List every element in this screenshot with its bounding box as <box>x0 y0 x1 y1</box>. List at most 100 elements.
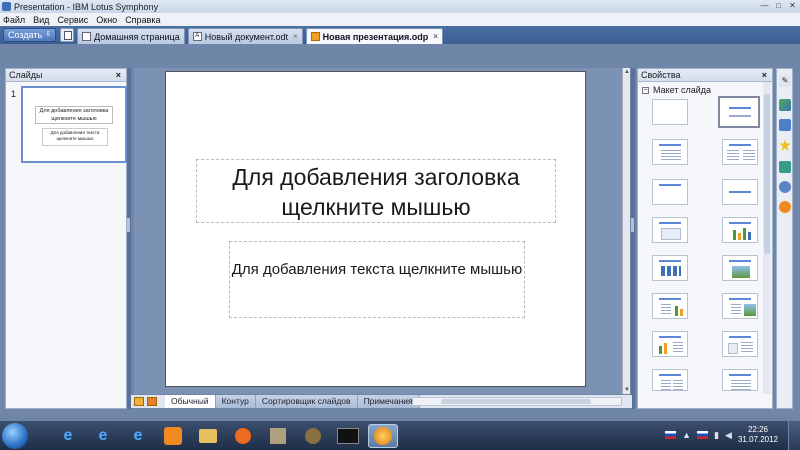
tab-outline-view[interactable]: Контур <box>215 395 256 408</box>
folder-icon[interactable] <box>193 424 223 448</box>
settings-icon[interactable]: ✎ <box>779 75 791 87</box>
menu-view[interactable]: Вид <box>33 15 49 25</box>
navigator-icon[interactable] <box>779 119 791 131</box>
tab-home[interactable]: Домашняя страница <box>77 28 185 44</box>
scroll-down-icon[interactable]: ▼ <box>623 386 631 394</box>
layout-object-text[interactable] <box>722 331 758 357</box>
tab-slide-sorter[interactable]: Сортировщик слайдов <box>255 395 358 408</box>
maximize-button[interactable]: □ <box>773 1 784 11</box>
tab-normal-view[interactable]: Обычный <box>165 395 216 408</box>
menu-bar: Файл Вид Сервис Окно Справка <box>0 13 800 26</box>
slide-canvas[interactable]: Для добавления заголовка щелкните мышью … <box>165 71 586 387</box>
layout-title-text[interactable] <box>652 139 688 165</box>
layout-chart-text[interactable] <box>652 331 688 357</box>
close-tab-icon[interactable]: × <box>433 32 438 41</box>
tab-label: Домашняя страница <box>94 31 180 42</box>
language-flag-icon[interactable] <box>697 431 709 439</box>
content-placeholder[interactable]: Для добавления текста щелкните мышью <box>229 241 525 318</box>
right-splitter[interactable] <box>631 68 635 409</box>
share-icon[interactable] <box>779 181 791 193</box>
tab-new-presentation[interactable]: Новая презентация.odp × <box>305 28 443 44</box>
close-panel-icon[interactable]: × <box>116 69 121 81</box>
horizontal-scrollbar[interactable] <box>412 397 622 406</box>
view-menu-icon[interactable] <box>147 397 157 406</box>
system-tray: ▲ ▮ ◀ 22:26 31.07.2012 <box>665 425 778 445</box>
import-icon[interactable] <box>779 161 791 173</box>
bug-icon[interactable] <box>298 424 328 448</box>
window-list-button[interactable] <box>60 28 75 42</box>
minimize-button[interactable]: — <box>759 1 770 11</box>
properties-scroll-thumb[interactable] <box>764 94 770 254</box>
window-controls: — □ ✕ <box>759 1 798 11</box>
vertical-scrollbar[interactable]: ▲ ▼ <box>622 68 630 394</box>
volume-icon[interactable]: ◀ <box>725 430 732 441</box>
language-flag-icon[interactable] <box>665 431 677 439</box>
tab-new-document[interactable]: A Новый документ.odt × <box>187 28 303 44</box>
slide-editor: Для добавления заголовка щелкните мышью … <box>134 68 630 394</box>
layout-text-chart[interactable] <box>652 293 688 319</box>
right-splitter-grip[interactable] <box>631 218 634 232</box>
menu-window[interactable]: Окно <box>96 15 117 25</box>
ie-icon[interactable]: e <box>53 424 83 448</box>
layout-centered-text[interactable] <box>722 179 758 205</box>
scroll-up-icon[interactable]: ▲ <box>623 68 631 76</box>
slide-layout-label: Макет слайда <box>653 85 712 95</box>
document-tab-bar: Создать ⇩ Домашняя страница A Новый доку… <box>0 26 800 44</box>
start-button[interactable] <box>2 422 28 449</box>
view-options-icon[interactable] <box>134 397 144 406</box>
layout-title-object[interactable] <box>652 217 688 243</box>
properties-panel-header: Свойства × <box>638 69 772 82</box>
left-splitter-grip[interactable] <box>127 218 130 232</box>
slides-panel-header: Слайды × <box>6 69 126 82</box>
layout-title-two-text[interactable] <box>722 139 758 165</box>
clock[interactable]: 22:26 31.07.2012 <box>738 425 778 445</box>
home-icon <box>82 32 92 41</box>
show-desktop-button[interactable] <box>788 421 800 450</box>
tray-up-icon[interactable]: ▲ <box>682 430 691 440</box>
document-icon: A <box>192 32 202 41</box>
collapse-icon[interactable]: − <box>642 86 649 94</box>
thumb-title: Для добавления заголовка щелкните мышью <box>35 106 113 124</box>
ie-icon[interactable]: e <box>123 424 153 448</box>
layout-title-only[interactable] <box>652 179 688 205</box>
tab-label: Новая презентация.odp <box>322 31 429 42</box>
layout-blank[interactable] <box>652 99 688 125</box>
explorer-icon[interactable]: e <box>88 424 118 448</box>
layout-title-image[interactable] <box>722 255 758 281</box>
clock-date: 31.07.2012 <box>737 435 778 444</box>
title-placeholder[interactable]: Для добавления заголовка щелкните мышью <box>196 159 556 223</box>
tab-notes[interactable]: Примечания <box>357 395 420 408</box>
tools-icon[interactable] <box>263 424 293 448</box>
clock-icon[interactable] <box>779 201 791 213</box>
menu-help[interactable]: Справка <box>125 15 160 25</box>
properties-panel: Свойства × − Макет слайда <box>637 68 773 409</box>
symphony-icon[interactable] <box>368 423 398 448</box>
slide-layout-section[interactable]: − Макет слайда <box>642 85 711 95</box>
layout-title-chart[interactable] <box>722 217 758 243</box>
window-title: Presentation - IBM Lotus Symphony <box>14 1 159 12</box>
layout-title-clipart-grid[interactable] <box>652 255 688 281</box>
close-window-button[interactable]: ✕ <box>787 1 798 11</box>
horizontal-scroll-thumb[interactable] <box>441 399 591 404</box>
presentation-icon <box>310 32 320 41</box>
menu-file[interactable]: Файл <box>3 15 25 25</box>
layout-text-image[interactable] <box>722 293 758 319</box>
properties-scrollbar[interactable] <box>763 82 771 394</box>
title-bar: Presentation - IBM Lotus Symphony — □ ✕ <box>0 0 800 13</box>
slides-panel: Слайды × 1 Для добавления заголовка щелк… <box>5 68 127 409</box>
odnoklassniki-icon[interactable] <box>158 424 188 448</box>
slide-thumbnail[interactable]: Для добавления заголовка щелкните мышью … <box>21 86 127 163</box>
close-tab-icon[interactable]: × <box>293 32 298 41</box>
layout-text-two-objects[interactable] <box>722 369 758 392</box>
network-icon[interactable]: ▮ <box>714 430 719 441</box>
close-panel-icon[interactable]: × <box>762 69 767 81</box>
layout-four-objects[interactable] <box>652 369 688 392</box>
layout-title-content[interactable] <box>718 96 760 128</box>
create-button[interactable]: Создать ⇩ <box>3 28 57 42</box>
left-splitter[interactable] <box>127 68 131 409</box>
aimp-icon[interactable] <box>333 424 363 448</box>
properties-icon[interactable] <box>779 99 791 111</box>
menu-tools[interactable]: Сервис <box>57 15 88 25</box>
star-icon[interactable] <box>779 139 791 151</box>
media-player-icon[interactable] <box>228 424 258 448</box>
